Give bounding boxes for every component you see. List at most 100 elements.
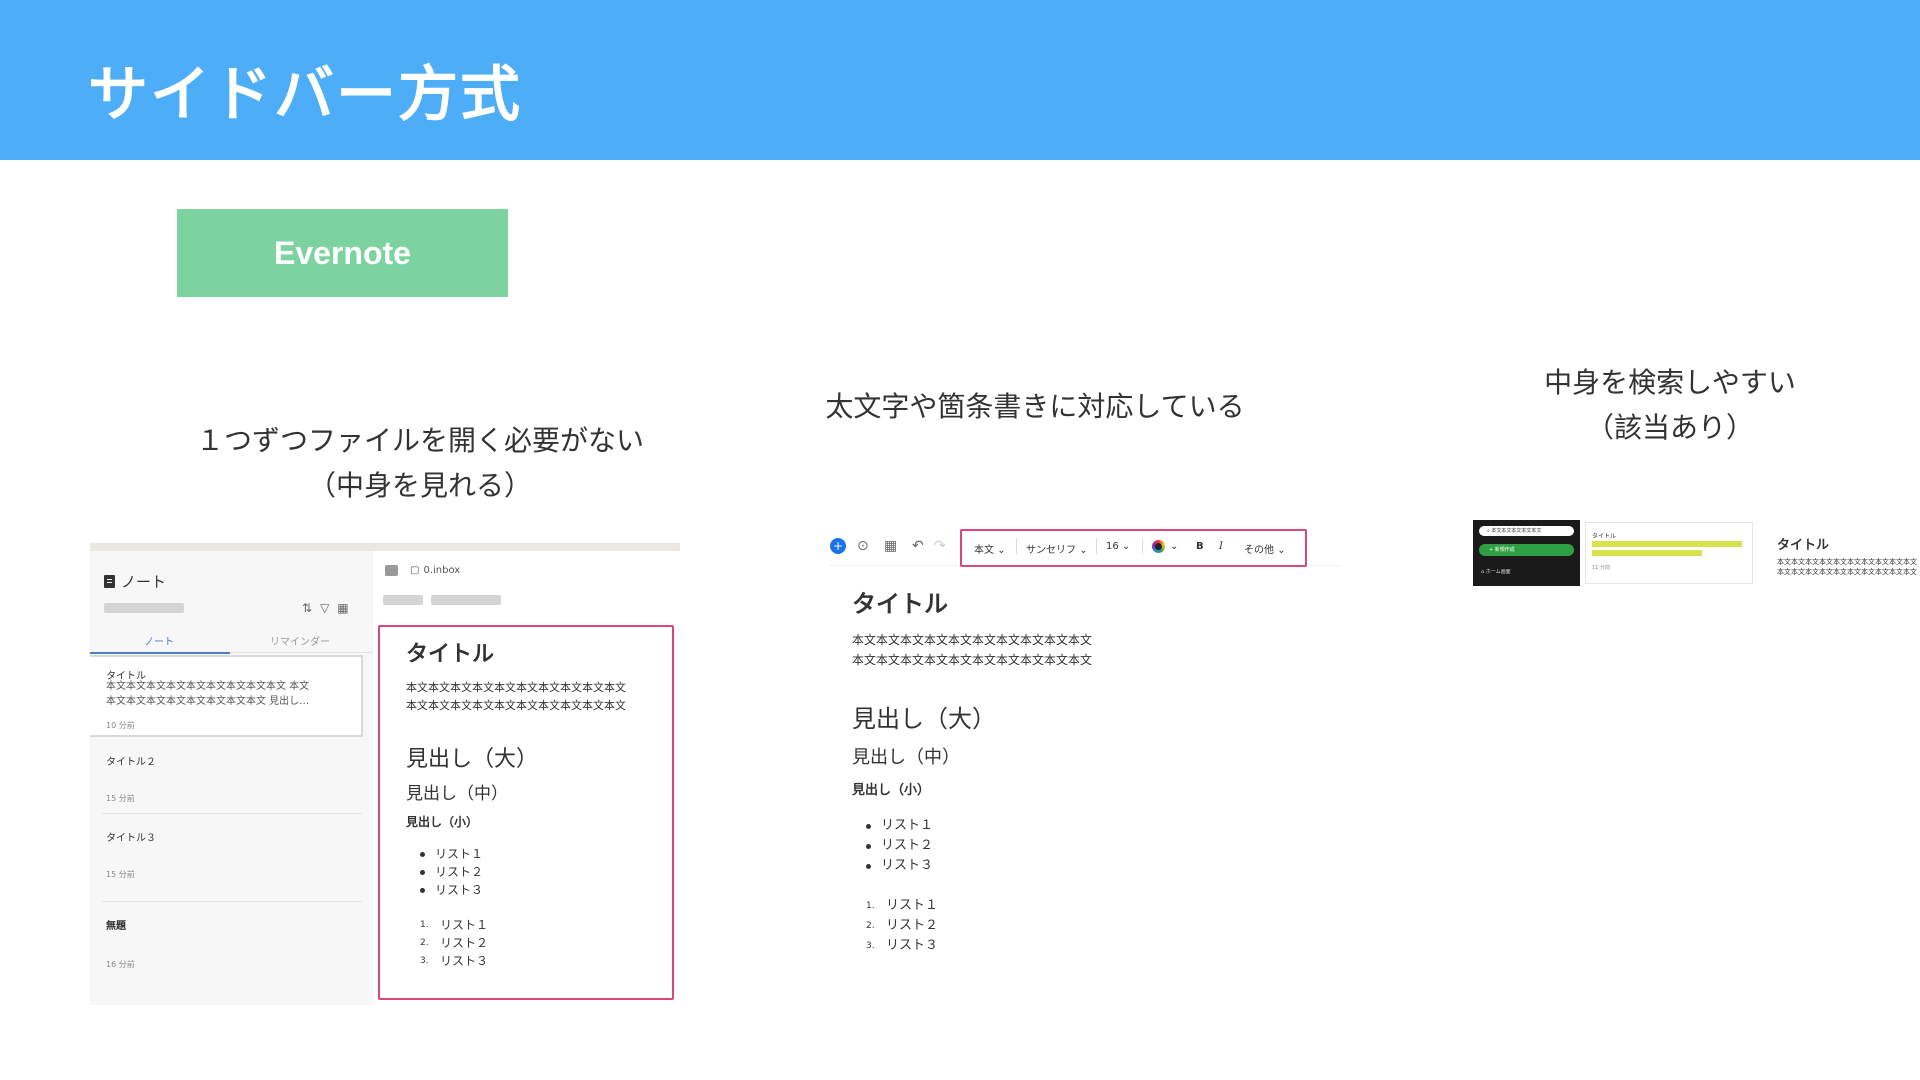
chevron-down-icon: ⌄ [1079, 545, 1088, 556]
plus-icon: + [1489, 547, 1494, 553]
editor-body[interactable]: 本文本文本文本文本文本文本文本文本文本文 本文本文本文本文本文本文本文本文本文本… [406, 679, 626, 715]
editor-heading-large[interactable]: 見出し（大） [406, 741, 538, 773]
bullet-icon [866, 863, 871, 869]
home-label: ホーム画面 [1485, 569, 1511, 575]
search-result-card[interactable]: タイトル 11 分前 [1585, 522, 1753, 584]
italic-button[interactable]: I [1219, 541, 1223, 552]
caption-preview-line2: （中身を見れる） [307, 469, 532, 502]
toolbar-separator [1142, 538, 1143, 554]
editor-body-line2: 本文本文本文本文本文本文本文本文本文本文 [852, 653, 1093, 667]
editor-title[interactable]: タイトル [1777, 534, 1829, 553]
search-preview-editor: タイトル 本文本文本文本文本文本文本文本文本文本文 本文本文本文本文本文本文本文… [1763, 520, 1920, 586]
caption-search: 中身を検索しやすい （該当あり） [1480, 360, 1860, 450]
editor-heading-medium[interactable]: 見出し（中） [852, 743, 960, 769]
editor-body[interactable]: 本文本文本文本文本文本文本文本文本文本文 本文本文本文本文本文本文本文本文本文本… [1777, 557, 1917, 577]
blurred-meta [431, 595, 501, 605]
list-item: リスト２ [852, 836, 933, 856]
note-snippet-line2: 本文本文本文本文本文本文本文本文 見出し… [106, 696, 310, 707]
sort-icon[interactable]: ⇅ [302, 601, 312, 615]
home-icon: ⌂ [1481, 569, 1485, 575]
tab-notes[interactable]: ノート [144, 633, 174, 648]
note-card[interactable]: 無題 16 分前 [90, 903, 363, 983]
editor-heading-small[interactable]: 見出し（小） [852, 779, 930, 798]
font-dropdown-label: サンセリフ [1026, 545, 1076, 556]
list-item-text: リスト１ [886, 898, 939, 913]
list-item-text: リスト１ [440, 918, 489, 932]
blurred-meta [383, 595, 423, 605]
size-dropdown-label: 16 [1106, 541, 1119, 552]
caption-formatting: 太文字や箇条書きに対応している [825, 390, 1245, 423]
search-input[interactable]: ⌕ 本文本文本文本文本文 [1479, 526, 1574, 536]
expand-icon[interactable] [385, 565, 398, 576]
list-item: リスト２ [406, 863, 483, 881]
note-snippet-line1: 本文本文本文本文本文本文本文本文本文 本文 [106, 681, 310, 692]
editor-body-line1: 本文本文本文本文本文本文本文本文本文本文 [1777, 558, 1917, 566]
sidebar-item-home[interactable]: ⌂ ホーム画面 [1481, 568, 1511, 575]
editor-title[interactable]: タイトル [852, 584, 948, 619]
editor-body[interactable]: 本文本文本文本文本文本文本文本文本文本文 本文本文本文本文本文本文本文本文本文本… [852, 630, 1092, 670]
slide-title: サイドバー方式 [88, 60, 522, 130]
bullet-icon [420, 851, 425, 857]
style-dropdown[interactable]: 本文 ⌄ [974, 541, 1006, 556]
editor-title[interactable]: タイトル [406, 636, 494, 668]
add-icon[interactable]: + [830, 538, 846, 554]
list-item: リスト１ [852, 816, 933, 836]
caption-preview: １つずつファイルを開く必要がない （中身を見れる） [160, 418, 680, 508]
editor-ordered-list[interactable]: 1. リスト１ 2. リスト２ 3. リスト３ [406, 916, 488, 970]
list-item-text: リスト３ [440, 954, 489, 968]
toolbar-separator [1016, 538, 1017, 554]
undo-icon[interactable]: ↶ [912, 538, 924, 554]
list-item: リスト３ [406, 881, 483, 899]
editor-heading-large[interactable]: 見出し（大） [852, 699, 996, 734]
search-highlight [1592, 541, 1742, 547]
more-dropdown[interactable]: その他 ⌄ [1244, 541, 1286, 556]
search-query: 本文本文本文本文本文 [1491, 528, 1542, 534]
caption-search-line2: （該当あり） [1585, 411, 1754, 444]
list-number: 1. [866, 901, 875, 911]
bold-button[interactable]: B [1196, 541, 1204, 552]
note-card-time: 15 分前 [106, 794, 135, 803]
list-item-text: リスト２ [886, 918, 939, 933]
list-item-text: リスト１ [435, 847, 484, 861]
divider [102, 901, 362, 902]
editor-body-line1: 本文本文本文本文本文本文本文本文本文本文 [852, 633, 1093, 647]
new-note-button[interactable]: + 新規作成 [1479, 544, 1574, 556]
evernote-screenshot-search: ⌕ 本文本文本文本文本文 + 新規作成 ⌂ ホーム画面 タイトル 11 分前 タ… [1473, 520, 1920, 586]
editor-ordered-list[interactable]: 1. リスト１ 2. リスト２ 3. リスト３ [852, 896, 938, 956]
size-dropdown[interactable]: 16 ⌄ [1106, 541, 1130, 552]
editor-bullet-list[interactable]: リスト１ リスト２ リスト３ [852, 816, 933, 876]
list-item-text: リスト２ [440, 936, 489, 950]
evernote-badge: Evernote [177, 209, 508, 297]
redo-icon[interactable]: ↷ [934, 538, 946, 554]
evernote-screenshot-sidebar: ノート ⇅ ▽ ▦ ノート リマインダー タイトル 本文本文本文本文本文本文本文… [90, 543, 680, 1005]
list-item-text: リスト２ [435, 865, 484, 879]
chevron-down-icon: ⌄ [1121, 541, 1131, 552]
note-card[interactable]: タイトル３ 15 分前 [90, 815, 363, 887]
dark-sidebar: ⌕ 本文本文本文本文本文 + 新規作成 ⌂ ホーム画面 [1473, 520, 1580, 586]
editor-heading-medium[interactable]: 見出し（中） [406, 779, 508, 804]
editor-body-line1: 本文本文本文本文本文本文本文本文本文本文 [406, 681, 626, 694]
note-card-title: 無題 [106, 921, 126, 932]
list-item: 3. リスト３ [852, 936, 938, 956]
chevron-down-icon[interactable]: ⌄ [1170, 541, 1178, 552]
list-number: 3. [866, 941, 875, 951]
note-card-time: 15 分前 [106, 870, 135, 879]
list-number: 1. [420, 920, 429, 930]
list-item: リスト１ [406, 845, 483, 863]
note-card[interactable]: タイトル２ 15 分前 [90, 739, 363, 811]
editor-heading-small[interactable]: 見出し（小） [406, 813, 478, 830]
note-card-time: 10 分前 [106, 721, 135, 730]
note-card[interactable]: タイトル 本文本文本文本文本文本文本文本文本文 本文 本文本文本文本文本文本文本… [90, 655, 363, 737]
notebook-name[interactable]: 0.inbox [423, 565, 460, 576]
calendar-icon[interactable]: ▦ [884, 538, 897, 554]
tab-underline [90, 652, 230, 654]
filter-icon[interactable]: ▽ [320, 601, 329, 615]
formatting-toolbar: + ⊙ ▦ ↶ ↷ 本文 ⌄ サンセリフ ⌄ 16 ⌄ ⌄ B I その他 ⌄ [830, 526, 1340, 567]
editor-bullet-list[interactable]: リスト１ リスト２ リスト３ [406, 845, 483, 899]
checkbox-icon[interactable]: ⊙ [857, 538, 869, 554]
font-dropdown[interactable]: サンセリフ ⌄ [1026, 541, 1088, 556]
text-color-icon[interactable] [1152, 540, 1165, 553]
view-icon[interactable]: ▦ [337, 601, 348, 615]
tab-reminders[interactable]: リマインダー [270, 633, 330, 648]
editor-body-line2: 本文本文本文本文本文本文本文本文本文本文 [1777, 568, 1917, 576]
